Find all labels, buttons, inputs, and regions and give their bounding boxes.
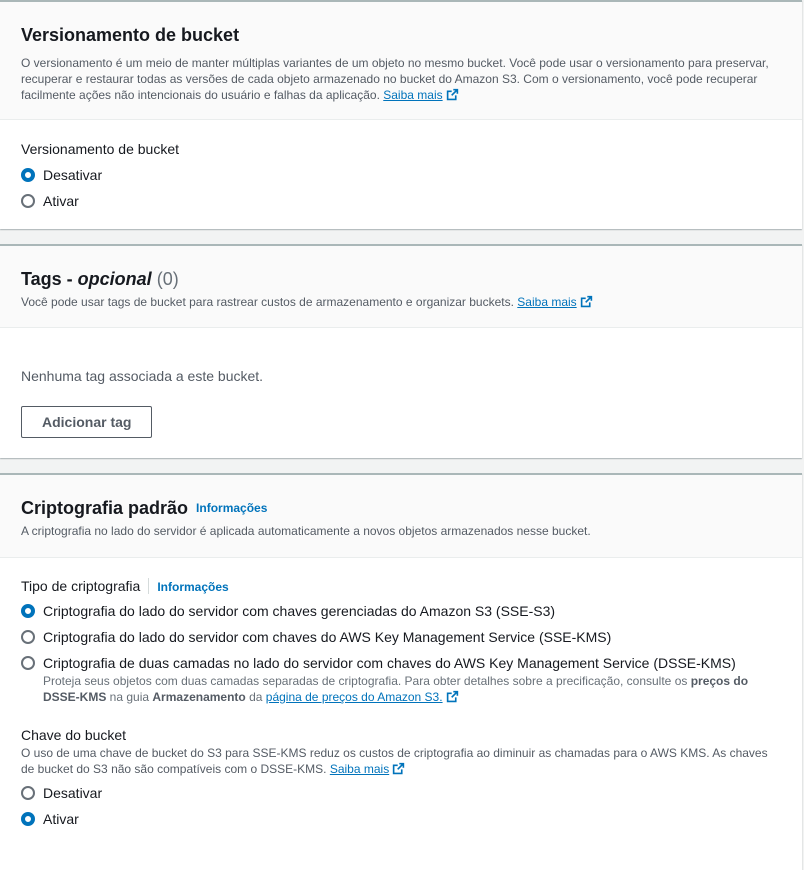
- versioning-description: O versionamento é um meio de manter múlt…: [21, 56, 769, 102]
- tags-count: (0): [156, 269, 179, 289]
- bucket-key-learn-more-link[interactable]: Saiba mais: [330, 762, 389, 776]
- radio-button[interactable]: [21, 656, 35, 670]
- versioning-panel: Versionamento de bucket O versionamento …: [0, 0, 802, 229]
- external-link-icon: [446, 88, 458, 101]
- versioning-field-label: Versionamento de bucket: [21, 141, 179, 157]
- encryption-info-link[interactable]: Informações: [196, 501, 267, 515]
- encryption-panel: Criptografia padrão Informações A criptog…: [0, 473, 802, 870]
- versioning-title: Versionamento de bucket: [21, 25, 240, 45]
- tags-body: Nenhuma tag associada a este bucket. Adi…: [0, 328, 802, 438]
- encryption-title: Criptografia padrão Informações: [21, 498, 268, 518]
- encryption-body: Tipo de criptografia Informações Criptogr…: [0, 558, 802, 835]
- external-link-icon: [580, 295, 592, 308]
- versioning-body: Versionamento de bucket Desativar Ativar: [0, 120, 802, 217]
- tags-header: Tags - opcional (0) Você pode usar tags …: [0, 246, 802, 328]
- versioning-option-disable[interactable]: Desativar: [21, 165, 782, 191]
- encryption-option-sse-kms[interactable]: Criptografia do lado do servidor com cha…: [21, 627, 782, 653]
- radio-button[interactable]: [21, 168, 35, 182]
- tags-title: Tags - opcional (0): [21, 269, 179, 289]
- external-link-icon: [446, 690, 458, 703]
- dsse-kms-description: Proteja seus objetos com duas camadas se…: [43, 674, 749, 704]
- encryption-type-info-link[interactable]: Informações: [157, 580, 228, 594]
- tags-empty-text: Nenhuma tag associada a este bucket.: [21, 368, 264, 384]
- radio-button[interactable]: [21, 812, 35, 826]
- radio-button[interactable]: [21, 630, 35, 644]
- tags-panel: Tags - opcional (0) Você pode usar tags …: [0, 244, 802, 458]
- radio-button[interactable]: [21, 194, 35, 208]
- bucket-key-option-enable[interactable]: Ativar: [21, 809, 782, 835]
- tags-description: Você pode usar tags de bucket para rastr…: [21, 294, 782, 310]
- s3-pricing-link[interactable]: página de preços do Amazon S3.: [266, 690, 443, 704]
- divider: [148, 578, 150, 594]
- versioning-learn-more-link[interactable]: Saiba mais: [383, 88, 442, 102]
- encryption-option-dsse-kms[interactable]: Criptografia de duas camadas no lado do …: [21, 653, 782, 673]
- encryption-header: Criptografia padrão Informações A criptog…: [0, 475, 802, 558]
- radio-button[interactable]: [21, 604, 35, 618]
- encryption-description: A criptografia no lado do servidor é apl…: [21, 524, 591, 538]
- bucket-key-option-disable[interactable]: Desativar: [21, 783, 782, 809]
- radio-button[interactable]: [21, 786, 35, 800]
- external-link-icon: [393, 762, 405, 775]
- bucket-key-description: O uso de uma chave de bucket do S3 para …: [21, 746, 768, 776]
- versioning-header: Versionamento de bucket O versionamento …: [0, 2, 802, 120]
- bucket-key-label: Chave do bucket: [21, 727, 127, 743]
- add-tag-button[interactable]: Adicionar tag: [21, 406, 153, 438]
- encryption-type-label: Tipo de criptografia Informações: [21, 578, 229, 594]
- encryption-option-sse-s3[interactable]: Criptografia do lado do servidor com cha…: [21, 601, 782, 627]
- tags-learn-more-link[interactable]: Saiba mais: [517, 295, 576, 309]
- versioning-option-enable[interactable]: Ativar: [21, 191, 782, 217]
